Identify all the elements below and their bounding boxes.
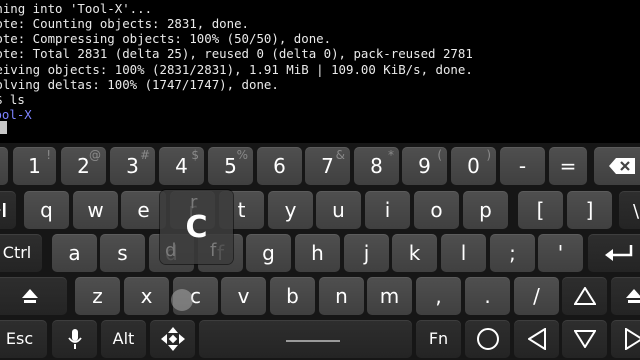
key-shift-left[interactable] (0, 277, 67, 315)
key-y[interactable]: y (268, 191, 313, 229)
terminal-line: remote: Compressing objects: 100% (50/50… (0, 31, 332, 46)
keyboard-row-function: Esc Alt Fn (0, 318, 640, 360)
key-m[interactable]: m (367, 277, 412, 315)
spacebar-indicator (286, 340, 340, 342)
key-semicolon[interactable]: ; (490, 234, 535, 272)
key-space[interactable] (199, 320, 412, 358)
key-6[interactable]: 6 (257, 147, 302, 185)
terminal-output[interactable]: Cloning into 'Tool-X'... remote: Countin… (0, 0, 640, 140)
key-ctrl[interactable]: Ctrl (0, 234, 42, 272)
popup-key-label: c (185, 210, 208, 245)
key-p[interactable]: p (463, 191, 508, 229)
keyboard-row-home: Ctrl a s d f g h j k l ; ' (0, 232, 640, 274)
key-arrow-left[interactable] (514, 320, 559, 358)
key-j[interactable]: j (344, 234, 389, 272)
key-comma[interactable]: , (416, 277, 461, 315)
key-a[interactable]: a (52, 234, 97, 272)
key-alt[interactable]: Alt (101, 320, 146, 358)
terminal-line: $ ls (0, 92, 25, 107)
terminal-cursor (0, 121, 7, 134)
key-minus[interactable]: - (500, 147, 545, 185)
key-backspace[interactable] (594, 147, 640, 185)
key-v[interactable]: v (221, 277, 266, 315)
key-o[interactable]: o (414, 191, 459, 229)
keyboard-row-numbers: ` 1! 2@ 3# 4$ 5% 6 7& 8* 9( 0) - = (0, 145, 640, 187)
arrow-left-icon (527, 328, 546, 350)
arrow-down-icon (573, 330, 596, 348)
key-i[interactable]: i (365, 191, 410, 229)
arrow-right-icon (624, 328, 640, 350)
key-dpad[interactable] (150, 320, 195, 358)
key-s[interactable]: s (100, 234, 145, 272)
dpad-arrows-icon (160, 327, 185, 351)
key-x[interactable]: x (124, 277, 169, 315)
tab-arrow-icon (0, 203, 6, 217)
key-2[interactable]: 2 @ (61, 147, 106, 185)
key-l[interactable]: l (441, 234, 486, 272)
key-shift-right[interactable] (611, 277, 640, 315)
key-q[interactable]: q (24, 191, 69, 229)
key-left-bracket[interactable]: [ (518, 191, 563, 229)
key-g[interactable]: g (246, 234, 291, 272)
backspace-icon (609, 158, 635, 174)
arrow-up-icon (573, 287, 596, 305)
key-b[interactable]: b (270, 277, 315, 315)
key-arrow-down[interactable] (562, 320, 607, 358)
key-arrow-right[interactable] (611, 320, 640, 358)
key-w[interactable]: w (73, 191, 118, 229)
terminal-line: Resolving deltas: 100% (1747/1747), done… (0, 77, 279, 92)
key-u[interactable]: u (316, 191, 361, 229)
enter-arrow-icon (605, 245, 633, 261)
key-n[interactable]: n (319, 277, 364, 315)
terminal-line: Cloning into 'Tool-X'... (0, 1, 153, 16)
touch-indicator (171, 289, 193, 311)
key-9[interactable]: 9( (402, 147, 447, 185)
microphone-icon (67, 329, 82, 349)
key-4[interactable]: 4 $ (159, 147, 204, 185)
key-z[interactable]: z (75, 277, 120, 315)
circle-button-icon (476, 328, 499, 350)
key-equals[interactable]: = (549, 147, 587, 185)
terminal-line: remote: Counting objects: 2831, done. (0, 16, 250, 31)
terminal-line: Receiving objects: 100% (2831/2831), 1.9… (0, 62, 473, 77)
keyboard-row-qwerty: q w e r t y u i o p [ ] \ (0, 189, 640, 231)
terminal-line: remote: Total 2831 (delta 25), reused 0 … (0, 46, 473, 61)
key-3[interactable]: 3 # (110, 147, 155, 185)
key-1[interactable]: 1! (13, 147, 56, 185)
key-0[interactable]: 0) (451, 147, 496, 185)
key-fn[interactable]: Fn (416, 320, 461, 358)
key-preview-popup: r d f c (160, 190, 233, 264)
virtual-keyboard: ` 1! 2@ 3# 4$ 5% 6 7& 8* 9( 0) - = q w e… (0, 143, 640, 360)
key-circle[interactable] (465, 320, 510, 358)
key-esc[interactable]: Esc (0, 320, 47, 358)
key-backslash[interactable]: \ (619, 191, 640, 229)
key-slash[interactable]: / (514, 277, 559, 315)
key-5[interactable]: 5% (208, 147, 253, 185)
key-8[interactable]: 8 * (354, 147, 399, 185)
keyboard-row-bottom-letters: z x c v b n m , . / (0, 275, 640, 317)
key-period[interactable]: . (465, 277, 510, 315)
key-h[interactable]: h (295, 234, 340, 272)
key-arrow-up[interactable] (562, 277, 607, 315)
key-mic[interactable] (52, 320, 97, 358)
shift-icon (625, 289, 640, 303)
shift-icon (21, 289, 38, 303)
key-tab[interactable] (0, 191, 16, 229)
key-right-bracket[interactable]: ] (567, 191, 612, 229)
key-quote[interactable]: ' (538, 234, 583, 272)
terminal-line-highlight: Tool-X (0, 107, 32, 122)
key-k[interactable]: k (392, 234, 437, 272)
key-enter[interactable] (588, 234, 640, 272)
key-backtick[interactable]: ` (0, 147, 8, 185)
key-7[interactable]: 7 & (305, 147, 350, 185)
